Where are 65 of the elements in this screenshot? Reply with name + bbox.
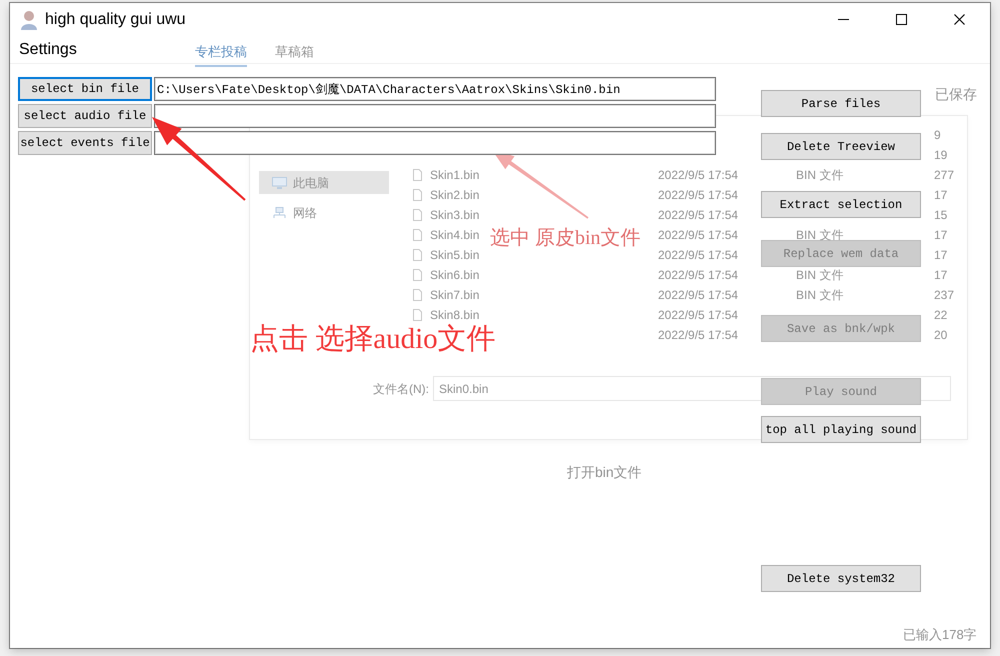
action-button[interactable]: top all playing sound	[761, 416, 921, 443]
file-icon	[413, 249, 422, 261]
file-size: 19	[934, 148, 948, 162]
caption-text: 打开bin文件	[567, 463, 642, 482]
close-icon	[954, 14, 964, 25]
file-type: BIN 文件	[796, 168, 844, 182]
file-icon	[413, 169, 422, 181]
action-button[interactable]: Delete system32	[761, 565, 921, 592]
file-size: 22	[934, 308, 948, 322]
file-name: Skin5.bin	[430, 248, 480, 262]
save-status: 已保存	[935, 85, 977, 104]
file-name-label: 文件名(N):	[372, 380, 429, 398]
network-icon	[272, 206, 287, 218]
file-name: Skin7.bin	[430, 288, 480, 302]
file-name: Skin6.bin	[430, 268, 480, 282]
file-icon	[413, 189, 422, 201]
file-size: 237	[934, 288, 954, 302]
file-icon	[413, 209, 422, 221]
file-name: Skin2.bin	[430, 188, 480, 202]
file-name: Skin3.bin	[430, 208, 480, 222]
file-size: 15	[934, 208, 948, 222]
file-date: 2022/9/5 17:54	[658, 188, 738, 202]
file-name: Skin4.bin	[430, 228, 480, 242]
file-size: 20	[934, 328, 948, 342]
file-date: 2022/9/5 17:54	[658, 288, 738, 302]
file-size: 277	[934, 168, 954, 182]
file-type: BIN 文件	[796, 228, 844, 242]
path-field[interactable]	[154, 104, 716, 128]
file-type: BIN 文件	[796, 288, 844, 302]
file-date: 2022/9/5 17:54	[658, 208, 738, 222]
window-title: high quality gui uwu	[45, 10, 186, 30]
file-date: 2022/9/5 17:54	[658, 248, 738, 262]
file-date: 2022/9/5 17:54	[658, 328, 738, 342]
word-count: 已输入178字	[903, 626, 977, 644]
file-size: 17	[934, 228, 948, 242]
file-size: 17	[934, 188, 948, 202]
select-file-button[interactable]: select bin file	[18, 77, 152, 101]
action-button[interactable]: Delete Treeview	[761, 133, 921, 160]
action-button[interactable]: Extract selection	[761, 191, 921, 218]
file-icon	[413, 309, 422, 321]
callout-text: 选中 原皮bin文件	[490, 226, 641, 250]
file-size: 17	[934, 248, 948, 262]
monitor-icon	[272, 176, 287, 188]
path-field[interactable]: C:\Users\Fate\Desktop\剑魔\DATA\Characters\Aatrox\Skins\Skin0.bin	[154, 77, 716, 101]
file-type: BIN 文件	[796, 268, 844, 282]
file-icon	[413, 269, 422, 281]
file-date: 2022/9/5 17:54	[658, 308, 738, 322]
person-icon	[20, 10, 38, 30]
file-icon	[413, 289, 422, 301]
maximize-icon	[896, 14, 906, 25]
file-name: Skin8.bin	[430, 308, 480, 322]
file-size: 17	[934, 268, 948, 282]
select-file-button[interactable]: select events file	[18, 131, 152, 155]
annotation-text: 点击 选择audio文件	[250, 322, 496, 357]
file-size: 9	[934, 128, 941, 142]
file-date: 2022/9/5 17:54	[658, 168, 738, 182]
file-icon	[413, 229, 422, 241]
menu-item[interactable]: Settings	[19, 38, 77, 62]
file-date: 2022/9/5 17:54	[658, 268, 738, 282]
path-field[interactable]	[154, 131, 716, 155]
file-name: Skin1.bin	[430, 168, 480, 182]
select-file-button[interactable]: select audio file	[18, 104, 152, 128]
file-date: 2022/9/5 17:54	[658, 228, 738, 242]
minimize-icon	[838, 19, 848, 20]
action-button[interactable]: Parse files	[761, 90, 921, 117]
